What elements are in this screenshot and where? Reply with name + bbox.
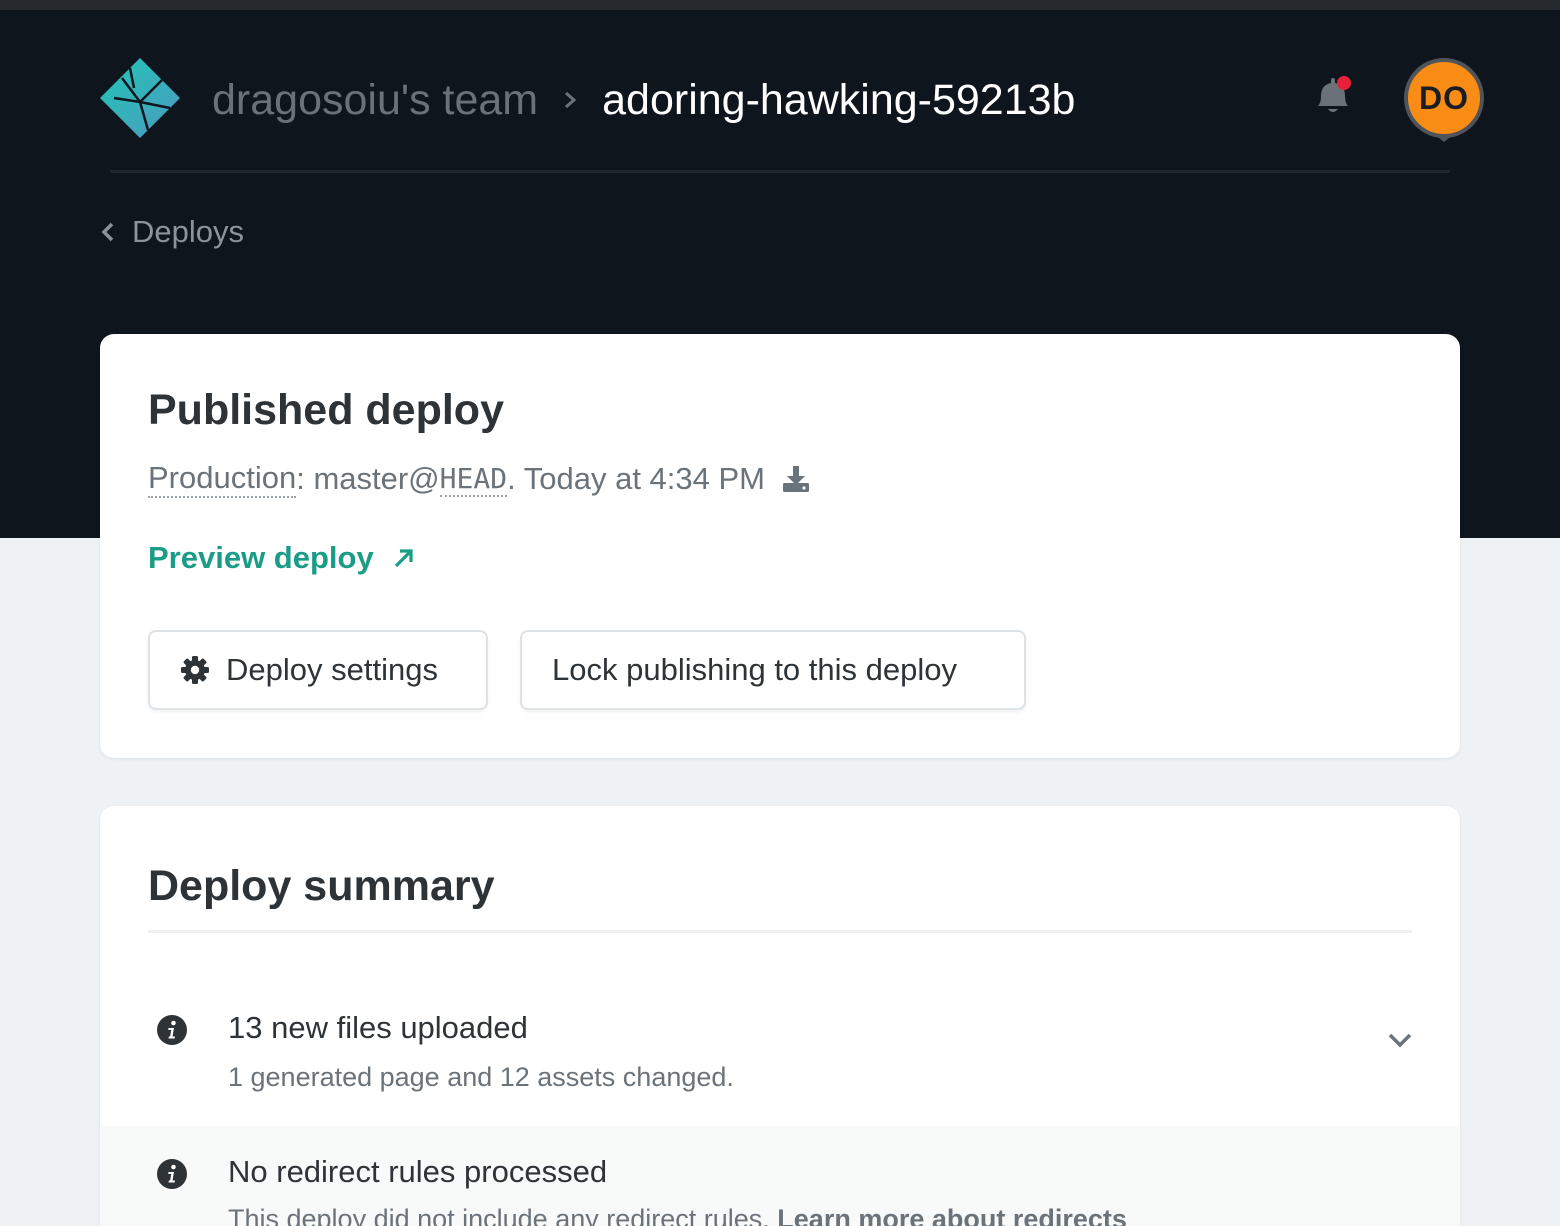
deploy-context[interactable]: Production (148, 460, 297, 498)
published-deploy-title: Published deploy (148, 386, 504, 434)
preview-deploy-link[interactable]: Preview deploy (148, 540, 416, 576)
summary-item: No redirect rules processed This deploy … (100, 1126, 1460, 1226)
avatar-pointer (1434, 134, 1454, 142)
back-label: Deploys (132, 214, 244, 249)
redirect-description-text: This deploy did not include any redirect… (228, 1204, 778, 1226)
deploy-summary-title: Deploy summary (148, 862, 495, 910)
preview-deploy-label: Preview deploy (148, 540, 374, 575)
summary-item-description: 1 generated page and 12 assets changed. (228, 1062, 734, 1092)
deploy-settings-button[interactable]: Deploy settings (148, 630, 488, 710)
chevron-left-icon (101, 222, 114, 242)
deploy-meta: Production : master@ HEAD . Today at 4:3… (148, 460, 811, 498)
deploy-summary-card: Deploy summary 13 new files uploaded 1 g… (100, 806, 1460, 1226)
notification-dot (1337, 76, 1351, 90)
learn-more-redirects-link[interactable]: Learn more about redirects (777, 1204, 1127, 1226)
gear-icon (181, 656, 209, 684)
download-icon[interactable] (781, 464, 811, 494)
summary-item-title: No redirect rules processed (228, 1154, 608, 1189)
user-avatar[interactable]: DO (1404, 58, 1484, 138)
back-to-deploys-link[interactable]: Deploys (98, 210, 244, 254)
chevron-right-icon (565, 91, 577, 109)
header-divider (110, 170, 1450, 173)
summary-divider (148, 930, 1412, 933)
deploy-time: . Today at 4:34 PM (507, 461, 766, 496)
commit-ref-link[interactable]: HEAD (439, 462, 508, 497)
lock-publishing-label: Lock publishing to this deploy (552, 652, 957, 687)
lock-publishing-button[interactable]: Lock publishing to this deploy (520, 630, 1026, 710)
breadcrumb: dragosoiu's team adoring-hawking-59213b (212, 72, 1075, 128)
netlify-logo-icon[interactable] (100, 58, 180, 138)
info-icon (157, 1159, 187, 1189)
deploy-branch: : master@ (296, 461, 440, 496)
external-link-arrow-icon (394, 549, 413, 568)
published-deploy-card: Published deploy Production : master@ HE… (100, 334, 1460, 758)
deploy-settings-label: Deploy settings (226, 652, 438, 687)
summary-item-description: This deploy did not include any redirect… (228, 1204, 1127, 1226)
window-top-strip (0, 0, 1560, 10)
notification-bell-icon[interactable] (1310, 74, 1356, 120)
team-name-link[interactable]: dragosoiu's team (212, 76, 538, 125)
info-icon (157, 1015, 187, 1045)
summary-item[interactable]: 13 new files uploaded 1 generated page a… (100, 986, 1460, 1126)
summary-item-title: 13 new files uploaded (228, 1010, 528, 1045)
site-name[interactable]: adoring-hawking-59213b (602, 76, 1075, 125)
chevron-down-icon[interactable] (1386, 1030, 1414, 1050)
